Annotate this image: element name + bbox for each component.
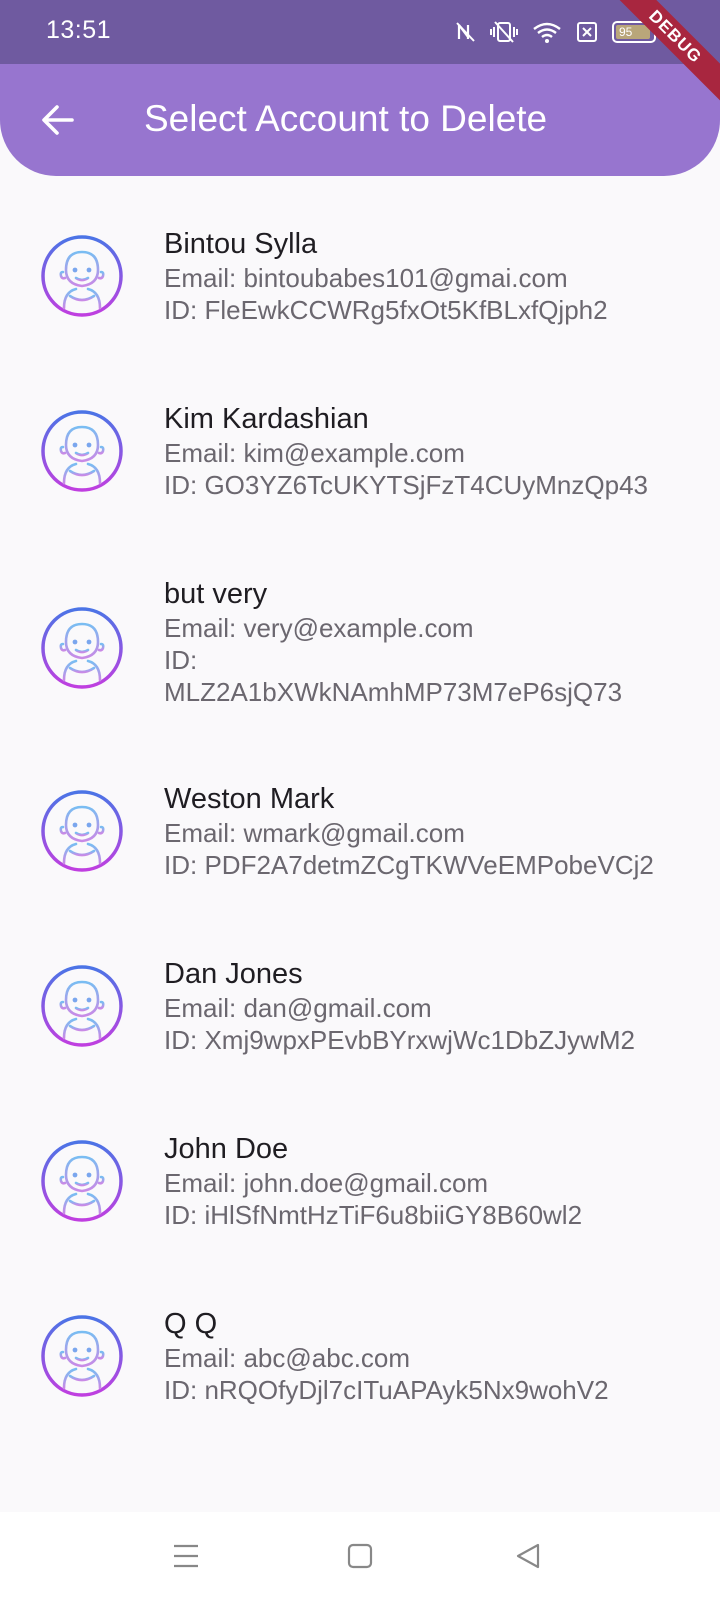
person-avatar-icon [41, 1315, 123, 1397]
account-id: ID: Xmj9wpxPEvbBYrxwjWc1DbZJywM2 [164, 1025, 635, 1055]
account-item[interactable]: Bintou Sylla Email: bintoubabes101@gmai.… [0, 226, 720, 346]
account-email: Email: very@example.com [164, 613, 474, 643]
account-item[interactable]: but very Email: very@example.com ID: MLZ… [0, 576, 720, 716]
system-nav-bar [0, 1512, 720, 1600]
app-bar: Select Account to Delete [0, 64, 720, 176]
nav-menu-button[interactable] [164, 1534, 208, 1578]
account-id-label: ID: [164, 645, 198, 675]
battery-level: 95 [616, 25, 650, 39]
home-square-icon [347, 1543, 373, 1569]
account-item[interactable]: Q Q Email: abc@abc.com ID: nRQOfyDjl7cIT… [0, 1306, 720, 1426]
nfc-icon [456, 22, 475, 42]
account-item[interactable]: Weston Mark Email: wmark@gmail.com ID: P… [0, 781, 720, 901]
person-avatar-icon [41, 235, 123, 317]
account-name: John Doe [164, 1133, 289, 1165]
account-name: Q Q [164, 1308, 218, 1340]
account-name: Dan Jones [164, 958, 303, 990]
account-item[interactable]: Dan Jones Email: dan@gmail.com ID: Xmj9w… [0, 956, 720, 1076]
back-triangle-icon [516, 1543, 540, 1569]
account-email: Email: wmark@gmail.com [164, 818, 465, 848]
account-id: ID: PDF2A7detmZCgTKWVeEMPobeVCj2 [164, 850, 654, 880]
account-name: Kim Kardashian [164, 403, 369, 435]
account-email: Email: john.doe@gmail.com [164, 1168, 489, 1198]
arrow-back-icon [42, 105, 74, 135]
person-avatar-icon [41, 1140, 123, 1222]
person-avatar-icon [41, 410, 123, 492]
status-bar: 13:51 95 DEBUG [0, 0, 720, 114]
menu-icon [174, 1544, 198, 1568]
account-id: ID: iHlSfNmtHzTiF6u8biiGY8B60wl2 [164, 1200, 583, 1230]
person-avatar-icon [41, 790, 123, 872]
account-email: Email: dan@gmail.com [164, 993, 432, 1023]
account-id: ID: nRQOfyDjl7cITuAPAyk5Nx9wohV2 [164, 1375, 609, 1405]
account-name: but very [164, 578, 268, 610]
nav-back-button[interactable] [506, 1534, 550, 1578]
account-email: Email: bintoubabes101@gmai.com [164, 263, 568, 293]
account-id: MLZ2A1bXWkNAmhMP73M7eP6sjQ73 [164, 677, 623, 707]
account-name: Weston Mark [164, 783, 335, 815]
account-email: Email: kim@example.com [164, 438, 465, 468]
account-id: ID: FleEwkCCWRg5fxOt5KfBLxfQjph2 [164, 295, 608, 325]
status-icons: 95 [456, 18, 660, 46]
vibrate-off-icon [490, 21, 518, 43]
person-avatar-icon [41, 607, 123, 689]
account-id: ID: GO3YZ6TcUKYTSjFzT4CUyMnzQp43 [164, 470, 648, 500]
nav-home-button[interactable] [338, 1534, 382, 1578]
status-time: 13:51 [46, 16, 112, 44]
account-name: Bintou Sylla [164, 228, 318, 260]
wifi-icon [533, 22, 561, 43]
account-item[interactable]: Kim Kardashian Email: kim@example.com ID… [0, 401, 720, 521]
sim-blocked-icon [577, 22, 597, 42]
person-avatar-icon [41, 965, 123, 1047]
account-item[interactable]: John Doe Email: john.doe@gmail.com ID: i… [0, 1131, 720, 1251]
back-button[interactable] [30, 92, 86, 148]
page-title: Select Account to Delete [144, 98, 548, 139]
account-email: Email: abc@abc.com [164, 1343, 411, 1373]
